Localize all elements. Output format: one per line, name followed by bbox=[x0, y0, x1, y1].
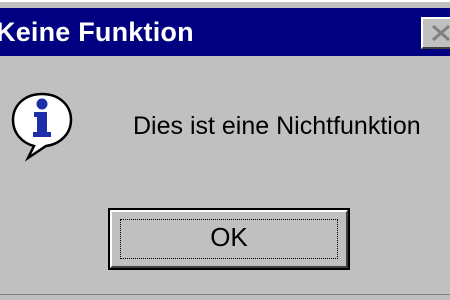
message-dialog: Keine Funktion Dies ist eine Nichtfunkti… bbox=[0, 0, 450, 300]
dialog-message: Dies ist eine Nichtfunktion bbox=[133, 112, 421, 140]
close-button[interactable] bbox=[421, 17, 450, 49]
dialog-title: Keine Funktion bbox=[0, 17, 194, 47]
info-icon bbox=[11, 92, 73, 162]
dialog-bottom-edge bbox=[0, 294, 450, 300]
title-bar[interactable]: Keine Funktion bbox=[0, 8, 450, 56]
ok-button[interactable]: OK bbox=[108, 208, 350, 270]
close-icon bbox=[432, 24, 450, 42]
ok-button-label: OK bbox=[210, 222, 248, 252]
